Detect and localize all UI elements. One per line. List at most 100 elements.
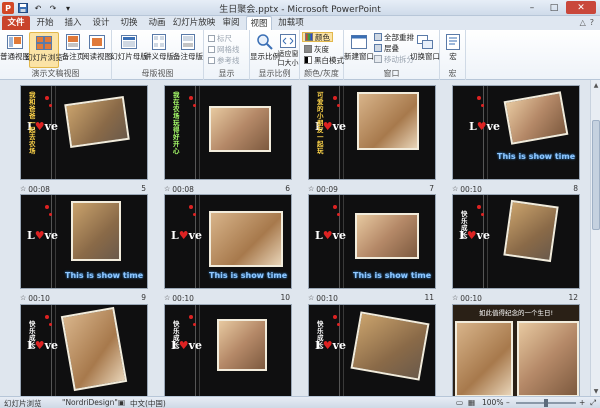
slide-photo bbox=[455, 321, 513, 396]
slide-photo bbox=[503, 91, 569, 145]
scroll-down-icon[interactable]: ▼ bbox=[591, 386, 600, 396]
handout-master-button[interactable]: 讲义母版 bbox=[144, 32, 174, 68]
ribbon-tabs: 文件 开始 插入 设计 切换 动画 幻灯片放映 审阅 视图 加载项 △ ? bbox=[0, 16, 600, 30]
tab-home[interactable]: 开始 bbox=[32, 16, 58, 30]
group-window: 新建窗口 全部重排 层叠 移动拆分 切换窗口 窗口 bbox=[344, 30, 440, 80]
fit-slide-icon[interactable]: ⤢ bbox=[590, 398, 596, 408]
slide-thumbnail[interactable]: L♥ve This is show time bbox=[308, 194, 436, 289]
tab-design[interactable]: 设计 bbox=[88, 16, 114, 30]
black-white-button[interactable]: 黑白模式 bbox=[304, 55, 344, 65]
scroll-up-icon[interactable]: ▲ bbox=[591, 80, 600, 90]
fit-to-window-button[interactable]: 适应窗口大小 bbox=[276, 32, 300, 68]
normal-view-button[interactable]: 普通视图 bbox=[0, 32, 30, 68]
macros-button[interactable]: 宏 bbox=[440, 32, 466, 68]
slide-deco-line bbox=[195, 86, 196, 179]
tab-transitions[interactable]: 切换 bbox=[116, 16, 142, 30]
normal-view-status-icon[interactable]: ▭ bbox=[456, 398, 463, 407]
gridlines-checkbox[interactable]: 网格线 bbox=[208, 44, 240, 54]
slide-sorter-button[interactable]: 幻灯片浏览 bbox=[25, 32, 63, 68]
sorter-view-status-icon[interactable]: ▦ bbox=[468, 398, 475, 407]
tab-view[interactable]: 视图 bbox=[246, 16, 272, 30]
slide-timing: ☆ 00:10 bbox=[20, 293, 50, 303]
notes-master-icon bbox=[180, 34, 196, 50]
red-dot bbox=[189, 315, 193, 319]
slide-thumbnail[interactable]: L♥ve 快乐成长 bbox=[164, 304, 292, 396]
slide-photo bbox=[357, 92, 419, 150]
guides-checkbox[interactable]: 参考线 bbox=[208, 55, 240, 65]
group-label: 颜色/灰度 bbox=[304, 69, 339, 78]
slide-thumbnail[interactable]: 如此值得纪念的一个生日! bbox=[452, 304, 580, 396]
tab-slideshow[interactable]: 幻灯片放映 bbox=[172, 16, 216, 30]
transition-star-icon: ☆ bbox=[452, 185, 459, 193]
slide-header-text: 如此值得纪念的一个生日! bbox=[478, 309, 554, 317]
color-button[interactable]: 颜色 bbox=[302, 32, 333, 42]
tab-addins[interactable]: 加载项 bbox=[274, 16, 308, 30]
slide-thumbnail[interactable]: L♥ve This is show time bbox=[164, 194, 292, 289]
slide-number: 8 bbox=[573, 184, 578, 193]
minimize-ribbon-icon[interactable]: △ bbox=[580, 18, 586, 27]
new-window-icon bbox=[351, 34, 367, 50]
minimize-button[interactable]: – bbox=[522, 1, 542, 14]
slide-vertical-text: 我在农场玩得好开心 bbox=[173, 91, 180, 155]
move-split-button[interactable]: 移动拆分 bbox=[374, 54, 414, 64]
slide-thumbnail[interactable]: L♥ve 快乐成长 bbox=[20, 304, 148, 396]
slide-thumbnail[interactable]: L♥ve This is show time bbox=[20, 194, 148, 289]
group-label: 窗口 bbox=[383, 69, 400, 78]
red-dot bbox=[481, 213, 484, 216]
zoom-button[interactable]: 显示比例 bbox=[250, 32, 280, 68]
vertical-scrollbar[interactable]: ▲ ▼ bbox=[590, 80, 600, 396]
grayscale-button[interactable]: 灰度 bbox=[304, 44, 329, 54]
arrange-all-button[interactable]: 全部重排 bbox=[374, 32, 414, 42]
reading-view-button[interactable]: 阅读视图 bbox=[82, 32, 112, 68]
slide-thumbnail[interactable]: L♥ve 快乐成长 bbox=[308, 304, 436, 396]
love-title: L♥ve bbox=[27, 229, 58, 242]
slide-deco-line bbox=[195, 195, 196, 288]
slide-master-button[interactable]: 幻灯片母版 bbox=[110, 32, 148, 68]
scroll-thumb[interactable] bbox=[592, 120, 600, 230]
cascade-icon bbox=[374, 44, 382, 52]
tab-animations[interactable]: 动画 bbox=[144, 16, 170, 30]
slide-thumbnail[interactable]: L♥ve This is show time bbox=[452, 85, 580, 180]
slide-thumbnail[interactable]: L♥ve 快乐成长 bbox=[452, 194, 580, 289]
normal-view-icon bbox=[7, 34, 23, 50]
close-button[interactable]: ✕ bbox=[566, 1, 596, 14]
slide-photo bbox=[71, 201, 121, 261]
slide-timing: ☆ 00:10 bbox=[452, 184, 482, 194]
tab-review[interactable]: 审阅 bbox=[218, 16, 244, 30]
notes-master-button[interactable]: 备注母版 bbox=[173, 32, 203, 68]
slide-timing: ☆ 00:10 bbox=[308, 293, 338, 303]
transition-star-icon: ☆ bbox=[452, 294, 459, 302]
switch-window-button[interactable]: 切换窗口 bbox=[410, 32, 440, 68]
maximize-button[interactable]: □ bbox=[544, 1, 564, 14]
red-dot bbox=[333, 96, 337, 100]
slide-thumbnail[interactable]: L♥ve 我和爸爸一起去农场 bbox=[20, 85, 148, 180]
slide-number: 10 bbox=[280, 293, 290, 302]
new-window-button[interactable]: 新建窗口 bbox=[344, 32, 374, 68]
red-dot bbox=[481, 104, 484, 107]
window-title: 生日聚会.pptx - Microsoft PowerPoint bbox=[219, 5, 381, 15]
zoom-slider-knob[interactable] bbox=[544, 399, 548, 407]
slide-sorter-pane[interactable]: L♥ve 我和爸爸一起去农场 ☆ 00:08 5 我在农场玩得好开心 ☆ 00:08 6 L♥ve… bbox=[0, 80, 590, 396]
red-dot bbox=[49, 104, 52, 107]
zoom-out-button[interactable]: – bbox=[506, 398, 510, 407]
slide-photo bbox=[355, 213, 419, 259]
zoom-level[interactable]: 100% bbox=[482, 398, 503, 407]
zoom-in-button[interactable]: + bbox=[579, 398, 585, 407]
slide-photo bbox=[64, 96, 130, 148]
move-split-icon bbox=[374, 55, 382, 63]
slide-photo bbox=[503, 199, 559, 263]
tab-file[interactable]: 文件 bbox=[2, 16, 30, 30]
slide-thumbnail[interactable]: L♥ve 可爱的小朋友一起玩 bbox=[308, 85, 436, 180]
notes-page-button[interactable]: 备注页 bbox=[60, 32, 86, 68]
ruler-checkbox[interactable]: 标尺 bbox=[208, 33, 232, 43]
group-presentation-views: 普通视图 幻灯片浏览 备注页 阅读视图 演示文稿视图 bbox=[0, 30, 112, 80]
help-icon[interactable]: ? bbox=[590, 18, 594, 27]
tab-insert[interactable]: 插入 bbox=[60, 16, 86, 30]
slide-deco-line bbox=[51, 195, 52, 288]
slide-thumbnail[interactable]: 我在农场玩得好开心 bbox=[164, 85, 292, 180]
slide-photo bbox=[350, 311, 430, 381]
slide-deco-line bbox=[339, 195, 340, 288]
red-dot bbox=[193, 213, 196, 216]
cascade-button[interactable]: 层叠 bbox=[374, 43, 399, 53]
status-language: 中文(中国) bbox=[130, 399, 166, 408]
